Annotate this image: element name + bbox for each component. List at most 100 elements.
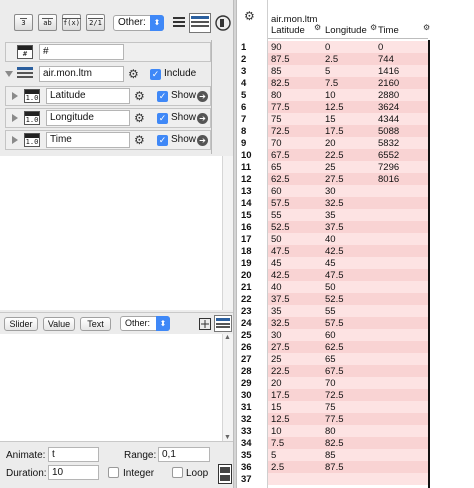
variables-scrollbar[interactable] (222, 156, 233, 310)
latitude-cell[interactable]: 17.5 (271, 390, 290, 401)
row-index[interactable]: 3 (241, 66, 246, 77)
latitude-cell[interactable]: 77.5 (271, 102, 290, 113)
latitude-cell[interactable]: 75 (271, 114, 282, 125)
table-row[interactable]: 22.5 67.5 (268, 365, 428, 377)
longitude-cell[interactable]: 45 (325, 258, 336, 269)
longitude-cell[interactable]: 75 (325, 402, 336, 413)
longitude-cell[interactable]: 50 (325, 282, 336, 293)
latitude-cell[interactable]: 25 (271, 354, 282, 365)
longitude-cell[interactable]: 25 (325, 162, 336, 173)
time-cell[interactable]: 744 (378, 54, 394, 65)
latitude-show-checkbox[interactable]: ✓ (157, 91, 168, 102)
table-row[interactable]: 90 0 0 (268, 41, 428, 53)
table-row[interactable]: 42.5 47.5 (268, 269, 428, 281)
longitude-name-field[interactable]: Longitude (46, 110, 130, 126)
longitude-cell[interactable]: 70 (325, 378, 336, 389)
time-cell[interactable]: 0 (378, 42, 383, 53)
row-index[interactable]: 29 (241, 378, 252, 389)
table-row[interactable]: 87.5 2.5 744 (268, 53, 428, 65)
controls-scrollbar[interactable]: ▲ ▼ (222, 334, 233, 441)
collapse-triangle-icon[interactable] (5, 71, 13, 77)
longitude-cell[interactable]: 30 (325, 186, 336, 197)
animate-input[interactable]: t (48, 447, 99, 462)
row-index[interactable]: 22 (241, 294, 252, 305)
table-row[interactable]: 5 85 (268, 449, 428, 461)
longitude-cell[interactable]: 22.5 (325, 150, 344, 161)
table-row[interactable]: 25 65 (268, 353, 428, 365)
speaker-icon[interactable] (214, 13, 232, 33)
latitude-cell[interactable]: 87.5 (271, 54, 290, 65)
latitude-cell[interactable]: 5 (271, 450, 276, 461)
longitude-cell[interactable]: 32.5 (325, 198, 344, 209)
row-index[interactable]: 24 (241, 318, 252, 329)
column-header-time[interactable]: Time (378, 25, 399, 36)
integer-checkbox[interactable] (108, 467, 119, 478)
time-cell[interactable]: 1416 (378, 66, 399, 77)
latitude-cell[interactable]: 22.5 (271, 366, 290, 377)
latitude-cell[interactable]: 2.5 (271, 462, 284, 473)
row-index[interactable]: 35 (241, 450, 252, 461)
table-row[interactable]: 45 45 (268, 257, 428, 269)
longitude-cell[interactable]: 15 (325, 114, 336, 125)
longitude-cell[interactable]: 20 (325, 138, 336, 149)
time-cell[interactable]: 5832 (378, 138, 399, 149)
longitude-cell[interactable]: 0 (325, 42, 330, 53)
column-header-latitude[interactable]: Latitude (271, 25, 305, 36)
latitude-cell[interactable]: 45 (271, 258, 282, 269)
table-row[interactable]: 52.5 37.5 (268, 221, 428, 233)
latitude-go-arrow-icon[interactable]: ➔ (197, 91, 208, 102)
list-view-icon[interactable] (172, 14, 186, 32)
row-index[interactable]: 21 (241, 282, 252, 293)
latitude-cell[interactable]: 30 (271, 330, 282, 341)
longitude-column-gear-icon[interactable]: ⚙ (370, 22, 377, 34)
row-index[interactable]: 11 (241, 162, 251, 173)
table-row[interactable]: 55 35 (268, 209, 428, 221)
row-index[interactable]: 26 (241, 342, 252, 353)
longitude-cell[interactable]: 35 (325, 210, 336, 221)
time-cell[interactable]: 3624 (378, 102, 399, 113)
longitude-cell[interactable]: 17.5 (325, 126, 344, 137)
latitude-column-gear-icon[interactable]: ⚙ (314, 22, 321, 34)
table-row[interactable]: 27.5 62.5 (268, 341, 428, 353)
latitude-cell[interactable]: 80 (271, 90, 282, 101)
row-index[interactable]: 9 (241, 138, 246, 149)
time-cell[interactable]: 8016 (378, 174, 399, 185)
row-index[interactable]: 8 (241, 126, 246, 137)
latitude-settings-gear-icon[interactable]: ⚙ (134, 90, 145, 102)
longitude-cell[interactable]: 37.5 (325, 222, 344, 233)
longitude-cell[interactable]: 60 (325, 330, 336, 341)
row-index[interactable]: 20 (241, 270, 252, 281)
dataset-settings-gear-icon[interactable]: ⚙ (128, 68, 139, 80)
scroll-down-arrow-icon[interactable]: ▼ (224, 434, 231, 441)
range-input[interactable]: 0,1 (158, 447, 210, 462)
table-row[interactable]: 35 55 (268, 305, 428, 317)
table-row[interactable]: 80 10 2880 (268, 89, 428, 101)
function-type-button[interactable]: f(x) (62, 14, 81, 31)
latitude-cell[interactable]: 15 (271, 402, 282, 413)
row-index[interactable]: 15 (241, 210, 252, 221)
longitude-cell[interactable]: 72.5 (325, 390, 344, 401)
table-row[interactable]: 37.5 52.5 (268, 293, 428, 305)
longitude-cell[interactable]: 5 (325, 66, 330, 77)
latitude-cell[interactable]: 7.5 (271, 438, 284, 449)
latitude-cell[interactable]: 60 (271, 186, 282, 197)
row-index[interactable]: 7 (241, 114, 246, 125)
row-index[interactable]: 1 (241, 42, 246, 53)
table-row[interactable]: 67.5 22.5 6552 (268, 149, 428, 161)
longitude-cell[interactable]: 65 (325, 354, 336, 365)
latitude-cell[interactable]: 52.5 (271, 222, 290, 233)
table-row[interactable]: 15 75 (268, 401, 428, 413)
longitude-cell[interactable]: 52.5 (325, 294, 344, 305)
row-index[interactable]: 13 (241, 186, 252, 197)
row-index[interactable]: 6 (241, 102, 246, 113)
text-type-button[interactable]: ab (38, 14, 57, 31)
table-row[interactable]: 72.5 17.5 5088 (268, 125, 428, 137)
expand-latitude-triangle-icon[interactable] (12, 92, 18, 100)
table-row[interactable]: 85 5 1416 (268, 65, 428, 77)
latitude-cell[interactable]: 85 (271, 66, 282, 77)
include-checkbox[interactable]: ✓ (150, 69, 161, 80)
time-cell[interactable]: 7296 (378, 162, 399, 173)
longitude-cell[interactable]: 42.5 (325, 246, 344, 257)
number-type-button[interactable]: 3 (14, 14, 33, 31)
longitude-cell[interactable]: 27.5 (325, 174, 344, 185)
